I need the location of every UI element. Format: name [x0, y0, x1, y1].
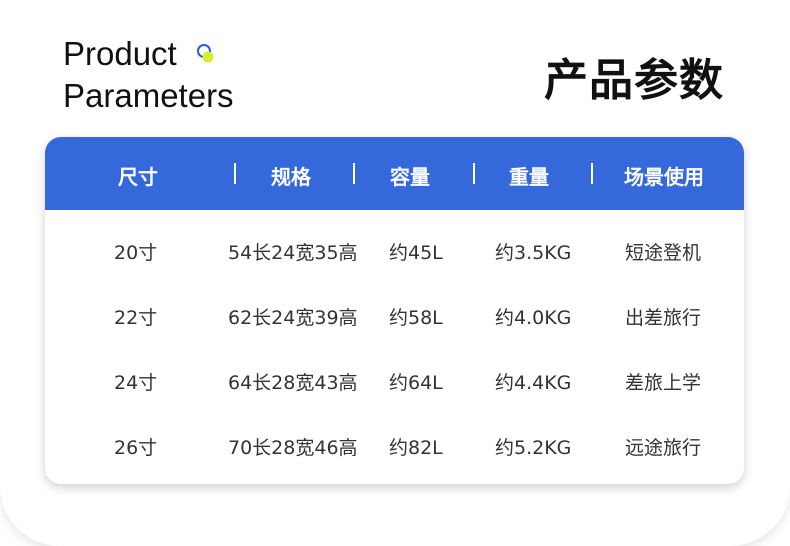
- cell-size: 20寸: [114, 242, 158, 264]
- column-header-spec: 规格: [271, 165, 311, 189]
- column-divider: [473, 163, 475, 184]
- cell-weight: 约3.5KG: [495, 242, 572, 264]
- column-header-scenario: 场景使用: [624, 165, 704, 189]
- cell-size: 22寸: [114, 307, 158, 329]
- cell-weight: 约4.0KG: [495, 307, 572, 329]
- table-row: 26寸 70长28宽46高 约82L 约5.2KG 远途旅行: [45, 433, 744, 463]
- cell-weight: 约4.4KG: [495, 372, 572, 394]
- column-header-size: 尺寸: [118, 165, 158, 189]
- parameters-table: 尺寸 规格 容量 重量 场景使用 20寸 54长24宽35高 约45L 约3.5…: [45, 137, 744, 484]
- table-row: 22寸 62长24宽39高 约58L 约4.0KG 出差旅行: [45, 303, 744, 333]
- cell-capacity: 约64L: [389, 372, 443, 394]
- table-header: 尺寸 规格 容量 重量 场景使用: [45, 137, 744, 210]
- cell-size: 24寸: [114, 372, 158, 394]
- cell-capacity: 约45L: [389, 242, 443, 264]
- cell-capacity: 约82L: [389, 437, 443, 459]
- cell-size: 26寸: [114, 437, 158, 459]
- column-divider: [234, 163, 236, 184]
- cell-spec: 70长28宽46高: [228, 437, 358, 459]
- cell-spec: 62长24宽39高: [228, 307, 358, 329]
- cell-scenario: 差旅上学: [625, 372, 702, 394]
- column-divider: [591, 163, 593, 184]
- cell-weight: 约5.2KG: [495, 437, 572, 459]
- table-row: 20寸 54长24宽35高 约45L 约3.5KG 短途登机: [45, 238, 744, 268]
- table-row: 24寸 64长28宽43高 约64L 约4.4KG 差旅上学: [45, 368, 744, 398]
- column-divider: [353, 163, 355, 184]
- cell-spec: 64长28宽43高: [228, 372, 358, 394]
- column-header-weight: 重量: [509, 165, 549, 189]
- title-english-line2: Parameters: [63, 77, 234, 114]
- cell-capacity: 约58L: [389, 307, 443, 329]
- cell-scenario: 出差旅行: [625, 307, 702, 329]
- cell-scenario: 短途登机: [625, 242, 702, 264]
- column-header-capacity: 容量: [390, 165, 430, 189]
- cell-scenario: 远途旅行: [625, 437, 702, 459]
- title-chinese: 产品参数: [544, 55, 724, 106]
- cell-spec: 54长24宽35高: [228, 242, 358, 264]
- ring-dot-icon: [197, 44, 214, 63]
